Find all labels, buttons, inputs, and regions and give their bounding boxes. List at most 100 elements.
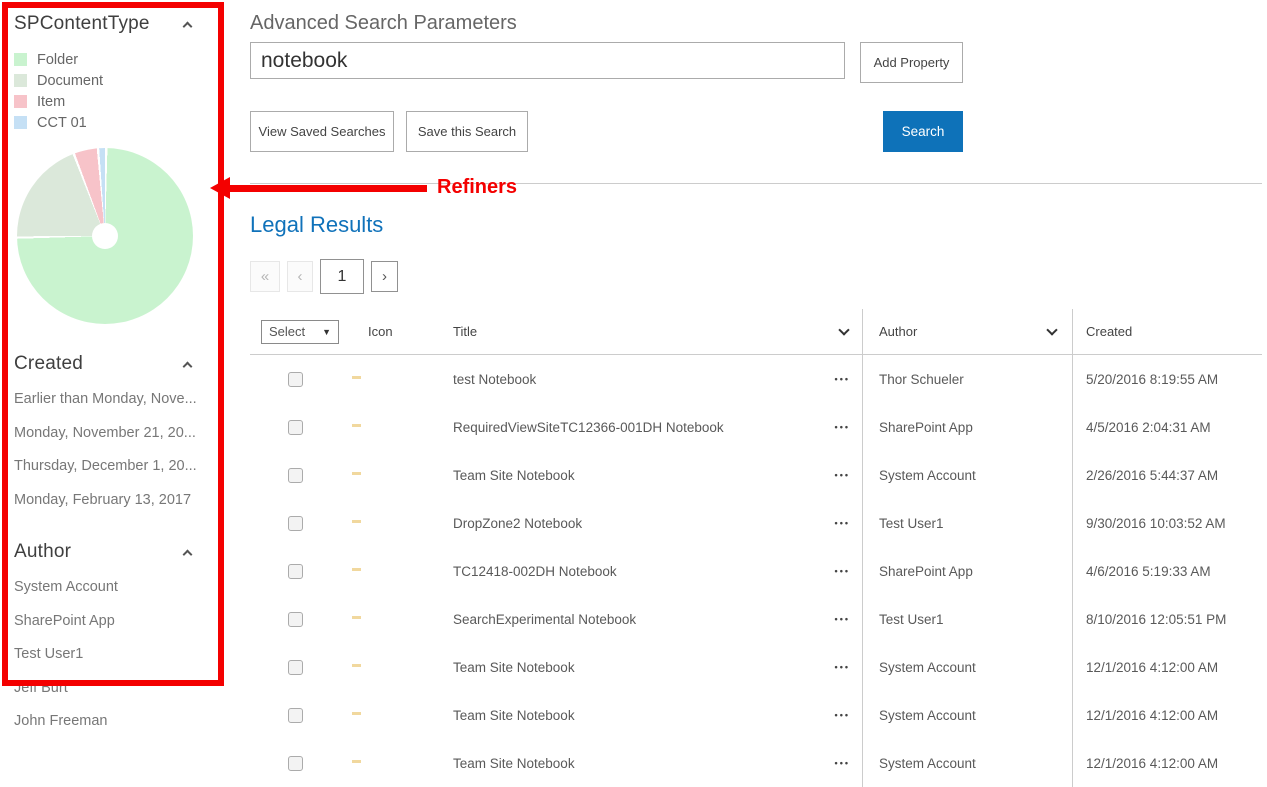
pagination-current-page[interactable]: 1 <box>320 259 364 294</box>
collapse-chevron-icon[interactable] <box>183 21 193 31</box>
row-author-cell: SharePoint App <box>862 547 1072 595</box>
legend-swatch <box>14 74 27 87</box>
page: SPContentType Folder Document <box>0 0 1267 756</box>
created-refiner-item[interactable]: Monday, February 13, 2017 <box>14 484 232 518</box>
search-row: Add Property <box>250 42 963 83</box>
row-select-cell <box>250 564 340 579</box>
result-title-link[interactable]: Team Site Notebook <box>453 468 575 483</box>
result-created: 12/1/2016 4:12:00 AM <box>1086 660 1218 675</box>
author-refiner-item[interactable]: System Account <box>14 571 232 605</box>
row-checkbox[interactable] <box>288 708 303 723</box>
created-refiner-item[interactable]: Earlier than Monday, Nove... <box>14 383 232 417</box>
content-type-header: SPContentType <box>14 13 199 35</box>
title-column-header: Title <box>445 309 862 354</box>
author-sort-chevron-icon[interactable] <box>1046 324 1057 335</box>
results-table-header: Select ▼ Icon Title Author C <box>250 309 1262 355</box>
table-row: Team Site Notebook ••• System Account 12… <box>250 691 1262 739</box>
row-select-cell <box>250 372 340 387</box>
row-created-cell: 4/5/2016 2:04:31 AM <box>1072 403 1262 451</box>
donut-hole <box>92 223 118 249</box>
more-options-button[interactable]: ••• <box>835 422 850 432</box>
search-button[interactable]: Search <box>883 111 963 152</box>
more-options-button[interactable]: ••• <box>835 374 850 384</box>
row-created-cell: 9/30/2016 10:03:52 AM <box>1072 499 1262 547</box>
row-checkbox[interactable] <box>288 468 303 483</box>
table-row: Team Site Notebook ••• System Account 2/… <box>250 451 1262 499</box>
search-query-input[interactable] <box>250 42 845 79</box>
row-checkbox[interactable] <box>288 660 303 675</box>
search-buttons-row: View Saved Searches Save this Search Sea… <box>250 111 963 152</box>
more-options-button[interactable]: ••• <box>835 470 850 480</box>
more-options-button[interactable]: ••• <box>835 710 850 720</box>
created-refiner-item[interactable]: Thursday, December 1, 20... <box>14 450 232 484</box>
row-checkbox[interactable] <box>288 756 303 771</box>
created-refiner-item[interactable]: Monday, November 21, 20... <box>14 417 232 451</box>
author-items: System Account SharePoint App Test User1… <box>14 571 232 739</box>
pagination-first-button[interactable]: « <box>250 261 280 292</box>
result-created: 4/5/2016 2:04:31 AM <box>1086 420 1211 435</box>
legend-swatch <box>14 95 27 108</box>
row-title-cell: TC12418-002DH Notebook ••• <box>445 547 862 595</box>
title-column-label: Title <box>453 324 477 339</box>
row-select-cell <box>250 612 340 627</box>
row-checkbox[interactable] <box>288 420 303 435</box>
row-checkbox[interactable] <box>288 516 303 531</box>
legend-swatch <box>14 53 27 66</box>
content-type-title: SPContentType <box>14 13 150 35</box>
row-author-cell: System Account <box>862 739 1072 787</box>
author-refiner-item[interactable]: Jeff Burt <box>14 672 232 706</box>
result-title-link[interactable]: TC12418-002DH Notebook <box>453 564 617 579</box>
main-content: Advanced Search Parameters Add Property … <box>250 0 1262 787</box>
more-options-button[interactable]: ••• <box>835 614 850 624</box>
collapse-chevron-icon[interactable] <box>183 549 193 559</box>
result-title-link[interactable]: RequiredViewSiteTC12366-001DH Notebook <box>453 420 724 435</box>
row-select-cell <box>250 660 340 675</box>
pagination-next-button[interactable]: › <box>371 261 398 292</box>
author-refiner-item[interactable]: SharePoint App <box>14 605 232 639</box>
result-title-link[interactable]: Team Site Notebook <box>453 660 575 675</box>
more-options-button[interactable]: ••• <box>835 566 850 576</box>
content-type-legend: Folder Document Item CCT 01 <box>14 49 232 133</box>
author-column-label: Author <box>879 324 917 339</box>
result-title-link[interactable]: DropZone2 Notebook <box>453 516 582 531</box>
table-row: DropZone2 Notebook ••• Test User1 9/30/2… <box>250 499 1262 547</box>
pagination-prev-button[interactable]: ‹ <box>287 261 313 292</box>
table-row: test Notebook ••• Thor Schueler 5/20/201… <box>250 355 1262 403</box>
row-title-cell: SearchExperimental Notebook ••• <box>445 595 862 643</box>
author-refiner-item[interactable]: John Freeman <box>14 705 232 739</box>
save-this-search-button[interactable]: Save this Search <box>406 111 528 152</box>
result-title-link[interactable]: Team Site Notebook <box>453 756 575 771</box>
result-created: 9/30/2016 10:03:52 AM <box>1086 516 1226 531</box>
result-author: System Account <box>879 660 976 675</box>
add-property-button[interactable]: Add Property <box>860 42 963 83</box>
row-checkbox[interactable] <box>288 612 303 627</box>
result-title-link[interactable]: test Notebook <box>453 372 536 387</box>
results-heading: Legal Results <box>250 212 1262 238</box>
row-created-cell: 12/1/2016 4:12:00 AM <box>1072 643 1262 691</box>
more-options-button[interactable]: ••• <box>835 518 850 528</box>
author-refiner-item[interactable]: Test User1 <box>14 638 232 672</box>
more-options-button[interactable]: ••• <box>835 662 850 672</box>
result-title-link[interactable]: SearchExperimental Notebook <box>453 612 636 627</box>
result-created: 5/20/2016 8:19:55 AM <box>1086 372 1218 387</box>
legend-item: Item <box>14 91 232 112</box>
row-checkbox[interactable] <box>288 564 303 579</box>
result-author: System Account <box>879 708 976 723</box>
row-checkbox[interactable] <box>288 372 303 387</box>
row-title-cell: RequiredViewSiteTC12366-001DH Notebook •… <box>445 403 862 451</box>
row-author-cell: SharePoint App <box>862 403 1072 451</box>
row-title-cell: Team Site Notebook ••• <box>445 451 862 499</box>
results-table-body: test Notebook ••• Thor Schueler 5/20/201… <box>250 355 1262 787</box>
result-title-link[interactable]: Team Site Notebook <box>453 708 575 723</box>
collapse-chevron-icon[interactable] <box>183 361 193 371</box>
table-row: RequiredViewSiteTC12366-001DH Notebook •… <box>250 403 1262 451</box>
result-author: Thor Schueler <box>879 372 964 387</box>
results-table: Select ▼ Icon Title Author C <box>250 309 1262 787</box>
view-saved-searches-button[interactable]: View Saved Searches <box>250 111 394 152</box>
more-options-button[interactable]: ••• <box>835 758 850 768</box>
select-dropdown[interactable]: Select ▼ <box>261 320 339 344</box>
title-sort-chevron-icon[interactable] <box>838 324 849 335</box>
row-title-cell: Team Site Notebook ••• <box>445 739 862 787</box>
icon-column-header: Icon <box>340 324 445 339</box>
row-created-cell: 5/20/2016 8:19:55 AM <box>1072 355 1262 403</box>
